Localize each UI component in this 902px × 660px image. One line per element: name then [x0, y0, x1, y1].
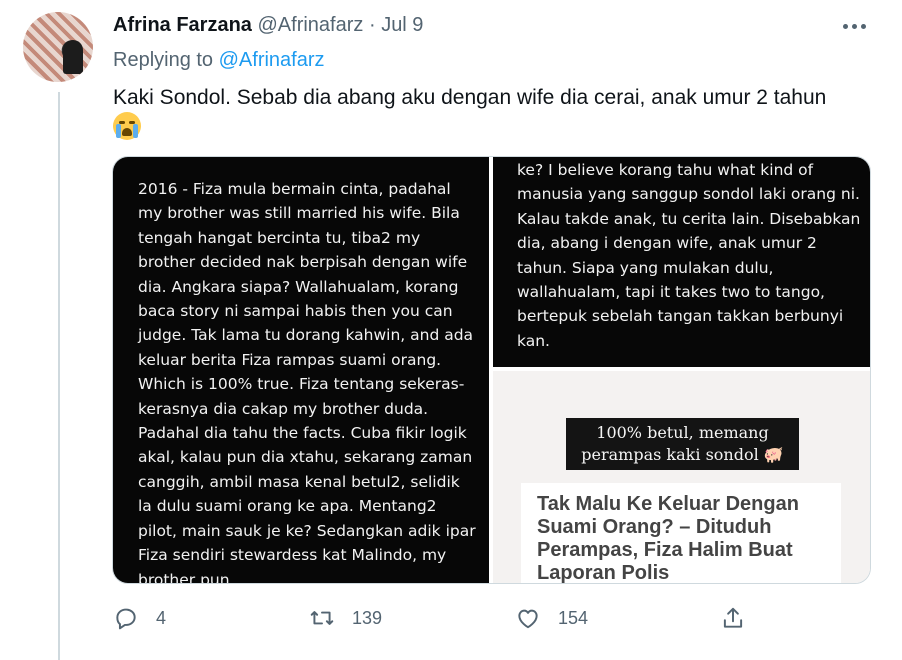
reply-button[interactable]: 4: [113, 602, 166, 634]
media-grid: 2016 - Fiza mula bermain cinta, padahal …: [112, 156, 871, 584]
user-handle[interactable]: @Afrinafarz: [258, 14, 364, 36]
reply-icon: [116, 608, 136, 630]
retweet-count: 139: [352, 607, 383, 628]
media-image-left[interactable]: 2016 - Fiza mula bermain cinta, padahal …: [113, 157, 489, 584]
article-card: Tak Malu Ke Keluar Dengan Suami Orang? –…: [521, 483, 841, 584]
thread-line: [58, 92, 60, 660]
replying-to-handle[interactable]: @Afrinafarz: [219, 49, 325, 71]
loudly-crying-face-emoji: [113, 112, 141, 140]
image-top-right-text: ke? I believe korang tahu what kind of m…: [517, 161, 861, 350]
replying-label: Replying to: [113, 49, 214, 71]
retweet-button[interactable]: 139: [309, 602, 382, 634]
display-name[interactable]: Afrina Farzana: [113, 14, 252, 36]
like-count: 154: [558, 607, 589, 628]
image-left-text: 2016 - Fiza mula bermain cinta, padahal …: [138, 180, 476, 584]
media-image-top-right[interactable]: ke? I believe korang tahu what kind of m…: [493, 157, 870, 367]
more-options-icon[interactable]: [843, 16, 871, 36]
banner-line-2: perampas kaki sondol 🐖: [581, 445, 784, 464]
tweet-date[interactable]: Jul 9: [381, 14, 423, 36]
separator-dot: ·: [368, 14, 376, 36]
retweet-icon: [310, 611, 334, 625]
avatar-figure: [63, 40, 83, 74]
media-image-bottom-right[interactable]: 100% betul, memang perampas kaki sondol …: [493, 371, 870, 584]
tweet-header: Afrina Farzana @Afrinafarz · Jul 9: [113, 14, 423, 37]
banner-line-1: 100% betul, memang: [596, 423, 769, 442]
like-icon: [518, 609, 538, 629]
tweet-actions: 4 139 154: [113, 602, 753, 634]
avatar[interactable]: [23, 12, 93, 82]
replying-to: Replying to @Afrinafarz: [113, 49, 325, 72]
reply-count: 4: [156, 607, 167, 628]
like-button[interactable]: 154: [515, 602, 588, 634]
share-icon: [723, 607, 743, 628]
tweet-text: Kaki Sondol. Sebab dia abang aku dengan …: [113, 86, 827, 109]
image-banner: 100% betul, memang perampas kaki sondol …: [566, 418, 799, 470]
article-title: Tak Malu Ke Keluar Dengan Suami Orang? –…: [537, 493, 799, 584]
share-button[interactable]: [720, 602, 746, 634]
